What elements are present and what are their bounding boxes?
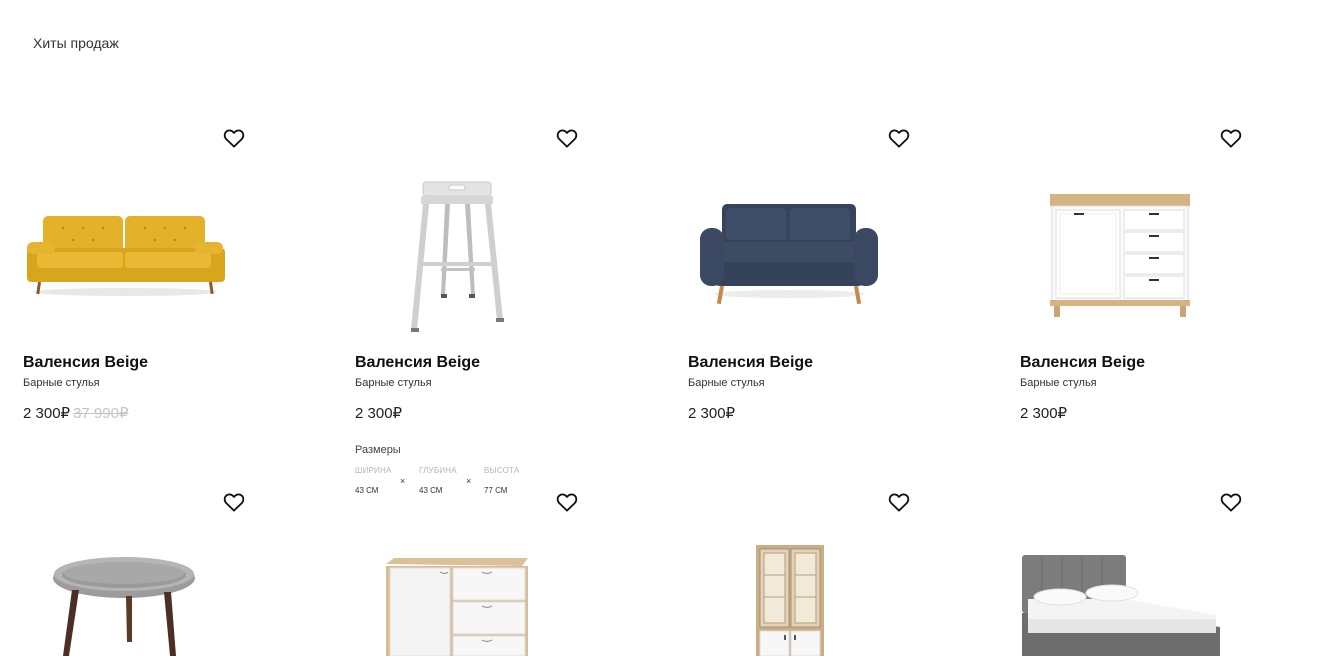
product-image-glass-cabinet[interactable]	[756, 545, 824, 656]
product-image-grey-bed[interactable]	[1020, 553, 1222, 656]
sizes-title: Размеры	[355, 444, 401, 456]
product-image-bar-stool[interactable]	[405, 180, 509, 334]
favorite-button[interactable]	[888, 492, 910, 512]
current-price: 2 300₽	[688, 405, 736, 422]
section-title: Хиты продаж	[33, 35, 119, 51]
heart-icon	[223, 493, 245, 512]
heart-icon	[556, 129, 578, 148]
times-separator: ×	[466, 476, 472, 486]
product-image-oak-dresser[interactable]	[386, 558, 528, 656]
product-image-navy-loveseat[interactable]	[698, 202, 880, 306]
depth-value: 43 СМ	[419, 486, 443, 495]
product-price: 2 300₽	[1020, 404, 1067, 422]
product-name[interactable]: Валенсия Beige	[23, 354, 148, 372]
favorite-button[interactable]	[556, 492, 578, 512]
heart-icon	[556, 493, 578, 512]
favorite-button[interactable]	[556, 128, 578, 148]
heart-icon	[888, 493, 910, 512]
depth-label: ГЛУБИНА	[419, 466, 457, 475]
product-price: 2 300₽	[355, 404, 402, 422]
product-category: Барные стулья	[688, 377, 765, 389]
heart-icon	[1220, 493, 1242, 512]
depth-dimension: ГЛУБИНА 43 СМ	[419, 466, 457, 495]
product-category: Барные стулья	[1020, 377, 1097, 389]
heart-icon	[888, 129, 910, 148]
favorite-button[interactable]	[223, 128, 245, 148]
height-label: ВЫСОТА	[484, 466, 520, 475]
favorite-button[interactable]	[1220, 128, 1242, 148]
times-separator: ×	[400, 476, 406, 486]
product-name[interactable]: Валенсия Beige	[1020, 354, 1145, 372]
product-image-chest-of-drawers[interactable]	[1050, 193, 1192, 319]
current-price: 2 300₽	[355, 405, 403, 422]
product-category: Барные стулья	[23, 377, 100, 389]
favorite-button[interactable]	[1220, 492, 1242, 512]
sizes-row: ШИРИНА 43 СМ × ГЛУБИНА 43 СМ × ВЫСОТА 77…	[355, 466, 555, 506]
product-name[interactable]: Валенсия Beige	[688, 354, 813, 372]
old-price: 37 990₽	[73, 405, 129, 422]
product-price: 2 300₽ 37 990₽	[23, 404, 129, 422]
favorite-button[interactable]	[888, 128, 910, 148]
current-price: 2 300₽	[1020, 405, 1068, 422]
height-value: 77 СМ	[484, 486, 508, 495]
width-dimension: ШИРИНА 43 СМ	[355, 466, 391, 495]
favorite-button[interactable]	[223, 492, 245, 512]
sizes-panel: Размеры ШИРИНА 43 СМ × ГЛУБИНА 43 СМ × В…	[355, 444, 555, 506]
current-price: 2 300₽	[23, 405, 71, 422]
height-dimension: ВЫСОТА 77 СМ	[484, 466, 519, 495]
product-category: Барные стулья	[355, 377, 432, 389]
product-image-yellow-sofa[interactable]	[23, 208, 227, 298]
width-label: ШИРИНА	[355, 466, 392, 475]
product-image-round-table[interactable]	[52, 556, 198, 656]
width-value: 43 СМ	[355, 486, 379, 495]
heart-icon	[223, 129, 245, 148]
product-name[interactable]: Валенсия Beige	[355, 354, 480, 372]
heart-icon	[1220, 129, 1242, 148]
product-price: 2 300₽	[688, 404, 735, 422]
